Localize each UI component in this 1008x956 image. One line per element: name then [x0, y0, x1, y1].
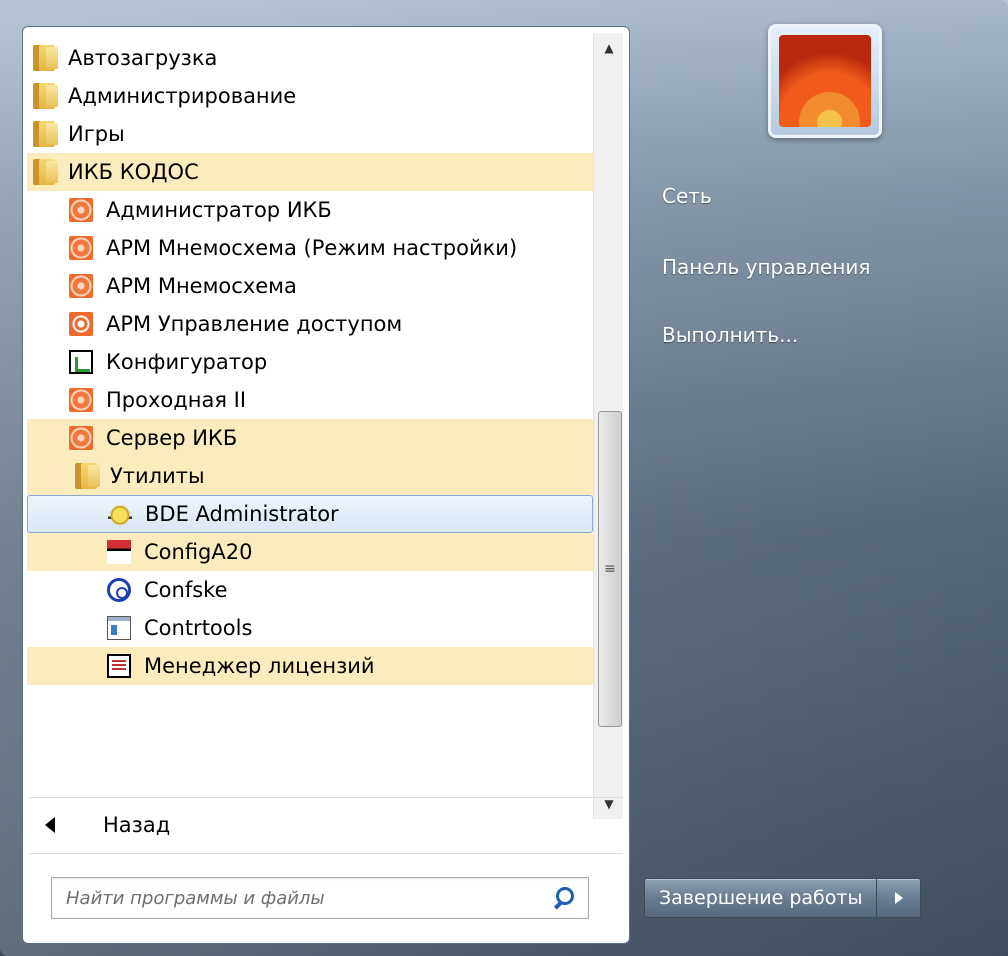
a20-icon — [107, 540, 131, 564]
folder-icon — [33, 45, 58, 71]
search-box[interactable] — [51, 877, 589, 919]
program-item-checkpoint[interactable]: Проходная II — [69, 381, 595, 419]
program-item-bde-administrator[interactable]: BDE Administrator — [27, 495, 593, 533]
program-item-label: Игры — [68, 122, 125, 146]
program-item-ikb-server[interactable]: Сервер ИКБ — [27, 419, 595, 457]
control-panel-link[interactable]: Панель управления — [662, 255, 870, 279]
program-item-label: Утилиты — [110, 464, 205, 488]
configurator-icon — [69, 350, 93, 374]
program-item-label: ConfigA20 — [144, 540, 253, 564]
program-item-label: Contrtools — [144, 616, 253, 640]
back-button[interactable]: Назад — [45, 807, 170, 843]
shutdown-button[interactable]: Завершение работы — [644, 878, 878, 918]
program-item-label: АРМ Мнемосхема (Режим настройки) — [106, 236, 518, 260]
back-label: Назад — [103, 813, 171, 837]
program-item-mnemo[interactable]: АРМ Мнемосхема — [69, 267, 595, 305]
avatar-flower-image — [779, 35, 871, 127]
kodos-icon — [69, 236, 93, 260]
user-avatar[interactable] — [768, 24, 882, 138]
target-icon — [69, 312, 93, 336]
program-item-contrtools[interactable]: Contrtools — [107, 609, 595, 647]
scroll-down-icon[interactable]: ▼ — [594, 789, 624, 819]
folder-icon — [75, 463, 100, 489]
scroll-thumb[interactable]: ≡ — [598, 411, 622, 727]
folder-icon — [33, 121, 58, 147]
back-arrow-icon — [45, 817, 55, 833]
shutdown-group: Завершение работы — [644, 878, 922, 918]
program-item-label: Менеджер лицензий — [144, 654, 375, 678]
program-item-label: АРМ Управление доступом — [106, 312, 403, 336]
program-item-label: Конфигуратор — [106, 350, 268, 374]
program-item-configa20[interactable]: ConfigA20 — [27, 533, 595, 571]
folder-icon — [33, 159, 58, 185]
program-item-label: АРМ Мнемосхема — [106, 274, 297, 298]
run-link[interactable]: Выполнить... — [662, 323, 798, 347]
program-item-admin[interactable]: Администрирование — [33, 77, 593, 115]
program-item-label: ИКБ КОДОС — [68, 160, 199, 184]
kodos-icon — [69, 198, 93, 222]
program-item-configurator[interactable]: Конфигуратор — [69, 343, 595, 381]
program-item-label: Автозагрузка — [68, 46, 218, 70]
kodos-icon — [69, 388, 93, 412]
kodos-icon — [69, 426, 93, 450]
programs-pane: Автозагрузка Администрирование Игры ИКБ … — [22, 26, 630, 944]
chevron-right-icon — [894, 892, 903, 904]
scroll-up-icon[interactable]: ▲ — [594, 33, 624, 63]
program-item-mnemo-setup[interactable]: АРМ Мнемосхема (Режим настройки) — [69, 229, 595, 267]
program-item-ikb-kodos[interactable]: ИКБ КОДОС — [27, 153, 595, 191]
programs-list: Автозагрузка Администрирование Игры ИКБ … — [27, 33, 595, 817]
program-item-label: Проходная II — [106, 388, 247, 412]
bde-icon — [108, 502, 132, 526]
program-item-ikb-admin[interactable]: Администратор ИКБ — [69, 191, 595, 229]
search-input[interactable] — [66, 887, 552, 909]
shutdown-options-button[interactable] — [877, 878, 922, 918]
program-item-utilities[interactable]: Утилиты — [27, 457, 595, 495]
program-item-label: BDE Administrator — [145, 502, 339, 526]
program-item-label: Сервер ИКБ — [106, 426, 238, 450]
program-item-confske[interactable]: Confske — [107, 571, 595, 609]
folder-icon — [33, 83, 58, 109]
window-icon — [107, 616, 131, 640]
program-item-label: Администрирование — [68, 84, 297, 108]
network-link[interactable]: Сеть — [662, 184, 712, 208]
program-item-license-manager[interactable]: Менеджер лицензий — [27, 647, 595, 685]
search-icon[interactable] — [552, 887, 574, 909]
divider — [29, 853, 623, 854]
program-item-autostart[interactable]: Автозагрузка — [33, 39, 593, 77]
license-icon — [107, 654, 131, 678]
confske-icon — [107, 578, 131, 602]
kodos-icon — [69, 274, 93, 298]
program-item-label: Администратор ИКБ — [106, 198, 332, 222]
divider — [29, 797, 623, 798]
program-item-games[interactable]: Игры — [33, 115, 593, 153]
program-item-label: Confske — [144, 578, 228, 602]
program-item-access-control[interactable]: АРМ Управление доступом — [69, 305, 595, 343]
programs-scrollbar[interactable]: ▲ ≡ ▼ — [593, 33, 623, 819]
